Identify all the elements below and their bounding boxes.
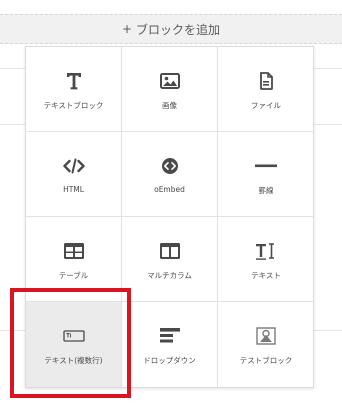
block-option-label: テキスト(複数行) bbox=[44, 356, 103, 365]
block-option-file[interactable]: ファイル bbox=[218, 47, 314, 132]
text-T-icon bbox=[63, 71, 85, 91]
block-option-text-block[interactable]: テキストブロック bbox=[26, 47, 122, 132]
block-option-image[interactable]: 画像 bbox=[122, 47, 218, 132]
text-input-icon bbox=[255, 241, 277, 261]
block-option-label: 罫線 bbox=[258, 186, 274, 195]
columns-icon bbox=[159, 241, 181, 261]
code-icon bbox=[62, 156, 85, 176]
block-option-horizontal-rule[interactable]: 罫線 bbox=[218, 132, 314, 217]
block-option-label: ドロップダウン bbox=[143, 356, 196, 365]
block-option-textarea[interactable]: テキスト(複数行) bbox=[26, 302, 122, 387]
test-block-icon bbox=[255, 326, 277, 346]
add-block-label: ブロックを追加 bbox=[136, 22, 221, 37]
horizontal-rule-icon bbox=[255, 156, 277, 176]
block-option-label: oEmbed bbox=[154, 185, 185, 194]
textarea-icon bbox=[62, 326, 85, 346]
table-icon bbox=[63, 241, 85, 261]
block-option-label: ファイル bbox=[251, 101, 281, 110]
block-option-label: テキストブロック bbox=[43, 101, 104, 110]
block-option-multi-column[interactable]: マルチカラム bbox=[122, 217, 218, 302]
block-option-label: 画像 bbox=[162, 101, 177, 110]
block-option-label: テーブル bbox=[58, 271, 89, 280]
block-option-label: マルチカラム bbox=[147, 271, 192, 280]
block-option-label: HTML bbox=[63, 185, 84, 194]
add-block-button[interactable]: + ブロックを追加 bbox=[0, 14, 342, 44]
block-option-oembed[interactable]: oEmbed bbox=[122, 132, 218, 217]
embed-icon bbox=[159, 156, 181, 176]
block-grid: テキストブロック 画像 ファイル HTML oEmbed 罫線 テーブル マルチ… bbox=[26, 47, 314, 387]
block-picker-popup: テキストブロック 画像 ファイル HTML oEmbed 罫線 テーブル マルチ… bbox=[25, 46, 314, 388]
file-icon bbox=[255, 71, 277, 91]
image-icon bbox=[159, 71, 181, 91]
block-option-html[interactable]: HTML bbox=[26, 132, 122, 217]
dropdown-icon bbox=[159, 326, 181, 346]
block-option-text[interactable]: テキスト bbox=[218, 217, 314, 302]
block-option-label: テキスト bbox=[251, 271, 281, 280]
block-option-table[interactable]: テーブル bbox=[26, 217, 122, 302]
plus-icon: + bbox=[121, 22, 133, 36]
block-option-test-block[interactable]: テストブロック bbox=[218, 302, 314, 387]
page: + ブロックを追加 テキストブロック 画像 ファイル HTML oEmbed 罫… bbox=[0, 0, 342, 409]
block-option-label: テストブロック bbox=[239, 356, 293, 365]
block-option-dropdown[interactable]: ドロップダウン bbox=[122, 302, 218, 387]
